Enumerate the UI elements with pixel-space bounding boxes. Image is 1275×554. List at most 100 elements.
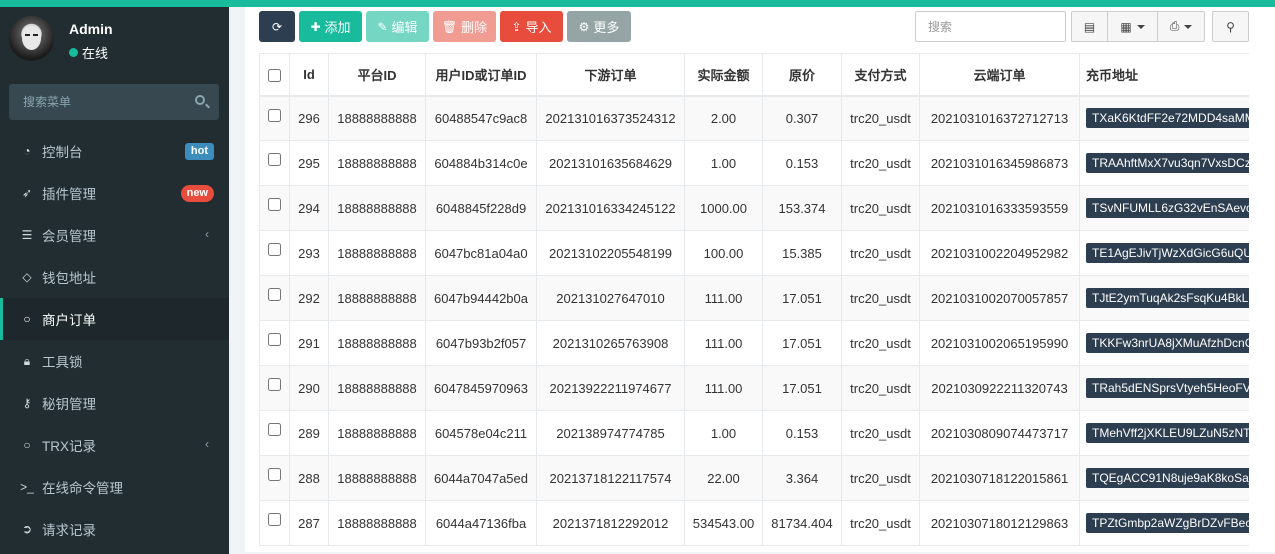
column-header[interactable]: 用户ID或订单ID (425, 53, 537, 97)
row-checkbox[interactable] (268, 198, 281, 212)
column-header[interactable]: 充币地址 (1079, 53, 1249, 97)
address-cell: TKKFw3nrUA8jXMuAfzhDcnC (1079, 320, 1249, 366)
sidebar-item[interactable]: ◇ 钱包地址 (0, 256, 229, 298)
sidebar: Admin 在线 ◔ 控制台 hot ➶ 插件管理 new ☰ 会员管理 ‹ ◇ 钱包地址 ○ 商户订单… (0, 7, 229, 554)
table-cell: trc20_usdt (841, 320, 920, 366)
avatar[interactable] (9, 16, 54, 61)
sidebar-item-label: 秘钥管理 (42, 397, 96, 412)
sidebar-item[interactable]: 🔒︎ 工具锁 (0, 340, 229, 382)
gear-icon: ⚙ (578, 19, 590, 34)
select-all-checkbox[interactable] (268, 68, 281, 82)
more-button[interactable]: ⚙ 更多 (567, 11, 631, 42)
table-cell: 18888888888 (328, 185, 426, 231)
table-cell: 153.374 (762, 185, 842, 231)
table-cell: 296 (289, 95, 329, 141)
table-cell: 111.00 (684, 275, 763, 321)
delete-button[interactable]: 🗑 删除 (433, 11, 496, 42)
table-row[interactable]: 295 18888888888 604884b314c0e 2021310163568… (259, 140, 1249, 186)
toggle-view-button[interactable]: ▤ (1071, 11, 1108, 42)
import-button[interactable]: ⇪ 导入 (500, 11, 563, 42)
address-tag: TMehVff2jXKLEU9LZuN5zNT (1086, 423, 1249, 443)
column-header[interactable]: 实际金额 (684, 53, 763, 97)
table-row[interactable]: 291 18888888888 6047b93b2f057 2021310265763… (259, 320, 1249, 366)
sidebar-item[interactable]: ⚷ 秘钥管理 (0, 382, 229, 424)
table-search-input[interactable] (915, 11, 1066, 42)
address-tag: TRah5dENSprsVtyeh5HeoFV (1086, 378, 1249, 398)
table-row[interactable]: 289 18888888888 604578e04c211 2021389747747… (259, 410, 1249, 456)
table-cell: 202131027647010 (536, 275, 685, 321)
sidebar-search-input[interactable] (9, 84, 189, 120)
table-cell: 17.051 (762, 320, 842, 366)
table-cell: 2021031016333593559 (919, 185, 1080, 231)
table-row[interactable]: 290 18888888888 6047845970963 2021392221197… (259, 365, 1249, 411)
sidebar-item[interactable]: ◔ 控制台 hot (0, 130, 229, 172)
sidebar-search (9, 84, 219, 120)
export-dropdown-button[interactable]: ⎙ (1157, 11, 1205, 42)
table-row[interactable]: 287 18888888888 6044a47136fba 2021371812292… (259, 500, 1249, 546)
column-header[interactable]: 下游订单 (536, 53, 685, 97)
row-checkbox[interactable] (268, 423, 281, 437)
sidebar-menu: ◔ 控制台 hot ➶ 插件管理 new ☰ 会员管理 ‹ ◇ 钱包地址 ○ 商户订单 🔒︎ 工具锁 ⚷ 秘钥管… (0, 130, 229, 550)
row-checkbox[interactable] (268, 153, 281, 167)
row-checkbox[interactable] (268, 288, 281, 302)
table-cell: 2.00 (684, 95, 763, 141)
sidebar-item[interactable]: ○ TRX记录 ‹ (0, 424, 229, 466)
column-header[interactable]: 平台ID (328, 53, 426, 97)
table-cell: 18888888888 (328, 455, 426, 501)
table-cell: 20213718122117574 (536, 455, 685, 501)
table-row[interactable]: 296 18888888888 60488547c9ac8 2021310163735… (259, 95, 1249, 141)
table-body: 296 18888888888 60488547c9ac8 2021310163735… (259, 95, 1249, 546)
table-cell: 20213922211974677 (536, 365, 685, 411)
table-row[interactable]: 292 18888888888 6047b94442b0a 2021310276470… (259, 275, 1249, 321)
table-cell: 2021031016372712713 (919, 95, 1080, 141)
table-cell: 6048845f228d9 (425, 185, 537, 231)
table-row[interactable]: 293 18888888888 6047bc81a04a0 2021310220554… (259, 230, 1249, 276)
row-checkbox[interactable] (268, 513, 281, 527)
columns-dropdown-button[interactable]: ▦ (1107, 11, 1158, 42)
table-cell: trc20_usdt (841, 185, 920, 231)
row-checkbox[interactable] (268, 378, 281, 392)
column-header[interactable]: Id (289, 53, 329, 97)
sidebar-item[interactable]: ➲ 请求记录 (0, 508, 229, 550)
address-cell: TMehVff2jXKLEU9LZuN5zNT (1079, 410, 1249, 456)
sidebar-item[interactable]: ○ 商户订单 (0, 298, 229, 340)
table-cell: 202131016334245122 (536, 185, 685, 231)
row-checkbox[interactable] (268, 108, 281, 122)
sidebar-item[interactable]: ➶ 插件管理 new (0, 172, 229, 214)
table-cell: 202131016373524312 (536, 95, 685, 141)
row-checkbox[interactable] (268, 243, 281, 257)
table-cell: 6044a7047a5ed (425, 455, 537, 501)
add-button[interactable]: ✚ 添加 (299, 11, 362, 42)
table-cell: 6047b93b2f057 (425, 320, 537, 366)
refresh-button[interactable]: ⟳ (259, 11, 295, 42)
column-header[interactable]: 原价 (762, 53, 842, 97)
address-tag: TRAAhftMxX7vu3qn7VxsDCz (1086, 153, 1249, 173)
table-cell: 293 (289, 230, 329, 276)
sidebar-item-label: 请求记录 (42, 523, 96, 538)
table-row[interactable]: 294 18888888888 6048845f228d9 2021310163342… (259, 185, 1249, 231)
table-row[interactable]: 288 18888888888 6044a7047a5ed 2021371812211… (259, 455, 1249, 501)
sidebar-item[interactable]: >_ 在线命令管理 (0, 466, 229, 508)
table-cell: 81734.404 (762, 500, 842, 546)
table-cell: 2021030718012129863 (919, 500, 1080, 546)
column-header[interactable]: 支付方式 (841, 53, 920, 97)
row-checkbox[interactable] (268, 333, 281, 347)
search-icon[interactable] (195, 95, 205, 105)
sidebar-item-label: 控制台 (42, 145, 83, 160)
edit-button[interactable]: ✎ 编辑 (366, 11, 429, 42)
row-select-cell (259, 185, 290, 231)
row-checkbox[interactable] (268, 468, 281, 482)
column-header[interactable]: 云端订单 (919, 53, 1080, 97)
table-cell: 2021031002070057857 (919, 275, 1080, 321)
table-cell: trc20_usdt (841, 365, 920, 411)
table-cell: 2021031002065195990 (919, 320, 1080, 366)
sidebar-item[interactable]: ☰ 会员管理 ‹ (0, 214, 229, 256)
select-all-header (259, 53, 290, 97)
table-cell: 100.00 (684, 230, 763, 276)
address-tag: TE1AgEJivTjWzXdGicG6uQU (1086, 243, 1249, 263)
table-cell: 20213102205548199 (536, 230, 685, 276)
advanced-search-button[interactable]: ⚲ (1212, 11, 1249, 42)
table-cell: 2021030922211320743 (919, 365, 1080, 411)
circle-icon: ○ (23, 438, 31, 452)
table-cell: 0.153 (762, 140, 842, 186)
